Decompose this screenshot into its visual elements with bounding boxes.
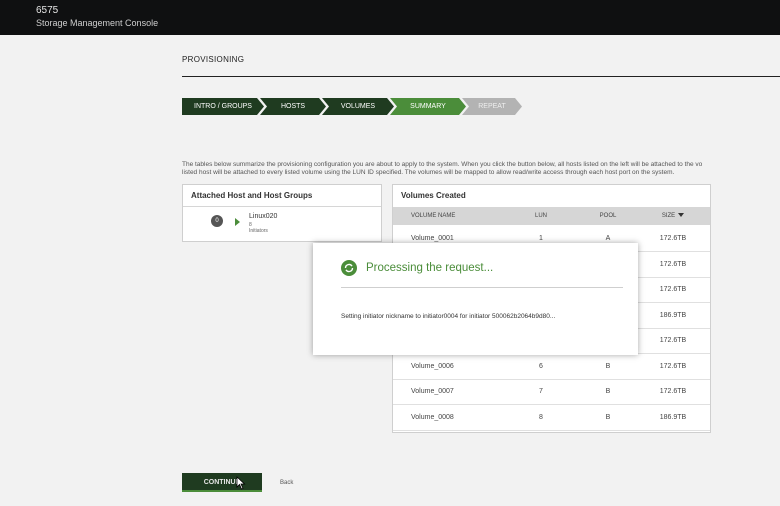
cell-volume-name: Volume_0007	[411, 388, 454, 395]
cell-lun: 6	[539, 362, 543, 370]
attached-hosts-panel: Attached Host and Host Groups 0 Linux020…	[182, 184, 382, 242]
back-link[interactable]: Back	[280, 480, 293, 486]
step-hosts[interactable]: HOSTS	[260, 98, 326, 115]
sort-desc-icon[interactable]	[678, 213, 685, 218]
table-row[interactable]: Volume_0006 6 B 172.6TB	[393, 354, 710, 380]
spinner-icon	[341, 260, 357, 276]
dialog-status-message: Setting initiator nickname to initiator0…	[341, 313, 556, 320]
continue-button[interactable]: CONTINUE	[182, 473, 262, 492]
product-model: 6575	[36, 5, 59, 16]
cell-volume-name: Volume_0008	[411, 413, 454, 421]
col-size[interactable]: SIZE	[648, 213, 698, 219]
dialog-title: Processing the request...	[366, 262, 494, 274]
title-divider	[182, 76, 780, 77]
cell-pool: B	[605, 413, 611, 421]
processing-dialog: Processing the request... Setting initia…	[313, 243, 638, 355]
dialog-divider	[341, 287, 623, 288]
col-pool[interactable]: POOL	[588, 213, 628, 219]
table-row[interactable]: Volume_0007 7 B 172.6TB	[393, 379, 710, 405]
cell-size: 186.9TB	[659, 413, 687, 421]
cell-size: 172.6TB	[659, 388, 687, 395]
summary-line-2: listed host will be attached to every li…	[182, 169, 675, 176]
host-initiators: 8 Initiators	[249, 222, 268, 234]
step-intro-groups[interactable]: INTRO / GROUPS	[182, 98, 264, 115]
step-repeat: REPEAT	[462, 98, 522, 115]
cell-size: 186.9TB	[659, 311, 687, 319]
cell-volume-name: Volume_0006	[411, 362, 454, 370]
cell-size: 172.6TB	[659, 362, 687, 370]
col-volume-name[interactable]: VOLUME NAME	[411, 213, 491, 219]
col-lun[interactable]: LUN	[521, 213, 561, 219]
col-size-label: SIZE	[661, 213, 676, 219]
console-name: Storage Management Console	[36, 18, 159, 28]
step-summary[interactable]: SUMMARY	[390, 98, 466, 115]
cell-size: 172.6TB	[659, 235, 687, 242]
cell-lun: 7	[539, 388, 543, 395]
cell-lun: 8	[539, 413, 543, 421]
summary-description: The tables below summarize the provision…	[182, 161, 780, 177]
host-count-badge: 0	[211, 215, 223, 227]
step-volumes[interactable]: VOLUMES	[322, 98, 394, 115]
cell-pool: B	[605, 362, 611, 370]
mouse-cursor-icon	[236, 476, 246, 490]
wizard-steps: INTRO / GROUPS HOSTS VOLUMES SUMMARY REP…	[182, 98, 518, 115]
volumes-panel-title: Volumes Created	[401, 191, 466, 200]
cell-volume-name: Volume_0001	[411, 235, 454, 242]
host-name: Linux020	[249, 213, 278, 220]
cell-pool: B	[605, 388, 611, 395]
summary-line-1: The tables below summarize the provision…	[182, 161, 703, 168]
page-title: PROVISIONING	[182, 55, 245, 64]
hosts-panel-title: Attached Host and Host Groups	[183, 185, 381, 207]
cell-size: 172.6TB	[659, 337, 687, 344]
cell-size: 172.6TB	[659, 260, 687, 268]
cell-pool: A	[605, 235, 611, 242]
cell-lun: 1	[539, 235, 543, 242]
volumes-table-header: VOLUME NAME LUN POOL SIZE	[393, 207, 710, 225]
top-bar: 6575 Storage Management Console	[0, 0, 780, 35]
cell-size: 172.6TB	[659, 286, 687, 293]
table-row[interactable]: Volume_0008 8 B 186.9TB	[393, 405, 710, 431]
expand-arrow-icon[interactable]	[235, 218, 240, 226]
